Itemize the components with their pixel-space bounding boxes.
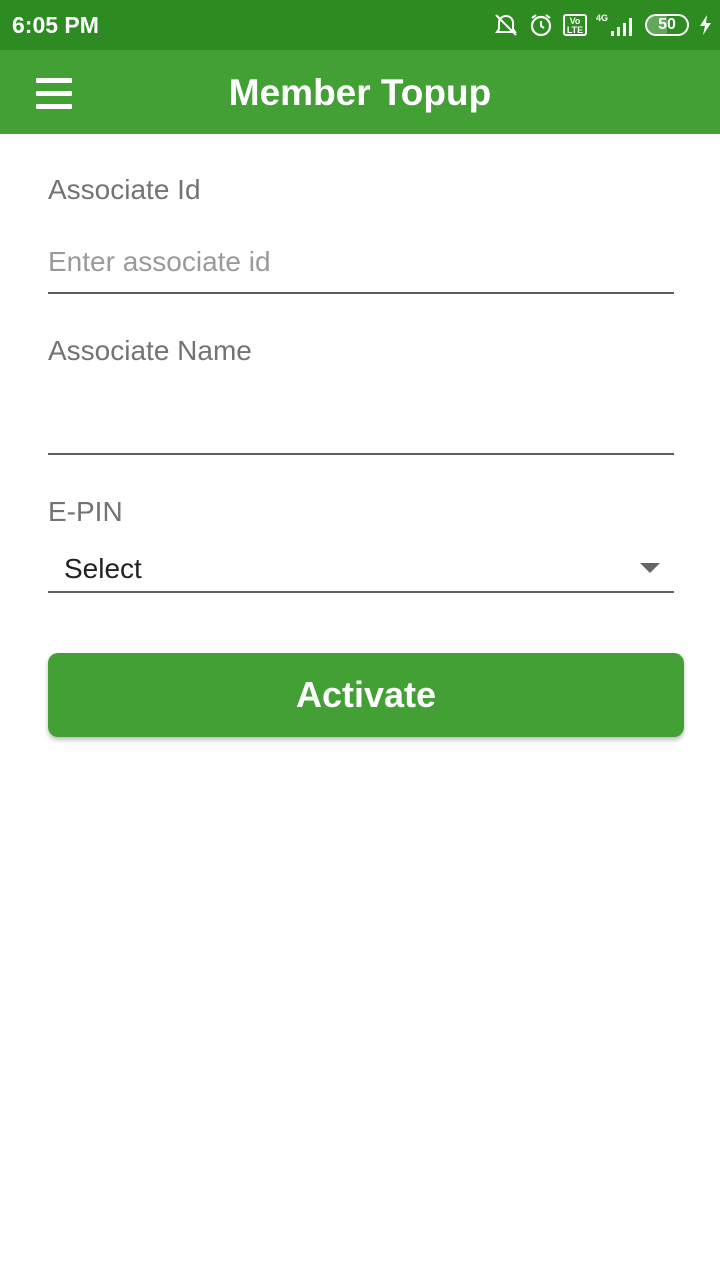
hamburger-menu-icon[interactable] [28,68,80,118]
network-type-label: 4G [595,13,608,23]
charging-icon [698,14,712,36]
epin-selected-value: Select [64,553,142,584]
associate-id-label: Associate Id [48,174,201,205]
page-title: Member Topup [228,72,492,113]
battery-level: 50 [658,16,676,33]
status-bar: 6:05 PM Vo LTE 4G 50 [0,0,720,50]
alarm-icon [528,12,554,38]
dropdown-arrow-icon [640,563,660,573]
associate-name-label: Associate Name [48,335,252,366]
menu-line [36,77,72,83]
signal-icon: 4G [596,13,636,37]
app-bar: Member Topup [0,50,720,134]
status-icons: Vo LTE 4G 50 [493,10,712,40]
menu-line [36,90,72,96]
volte-icon: Vo LTE [562,14,587,36]
epin-select[interactable]: Select [48,545,674,593]
battery-icon: 50 [645,14,689,36]
associate-id-input[interactable] [48,238,674,294]
associate-name-input[interactable] [48,399,674,455]
menu-line [36,103,72,109]
status-time: 6:05 PM [12,12,99,38]
activate-button[interactable]: Activate [48,653,684,737]
epin-label: E-PIN [48,496,123,527]
alarm-off-icon [493,12,519,38]
